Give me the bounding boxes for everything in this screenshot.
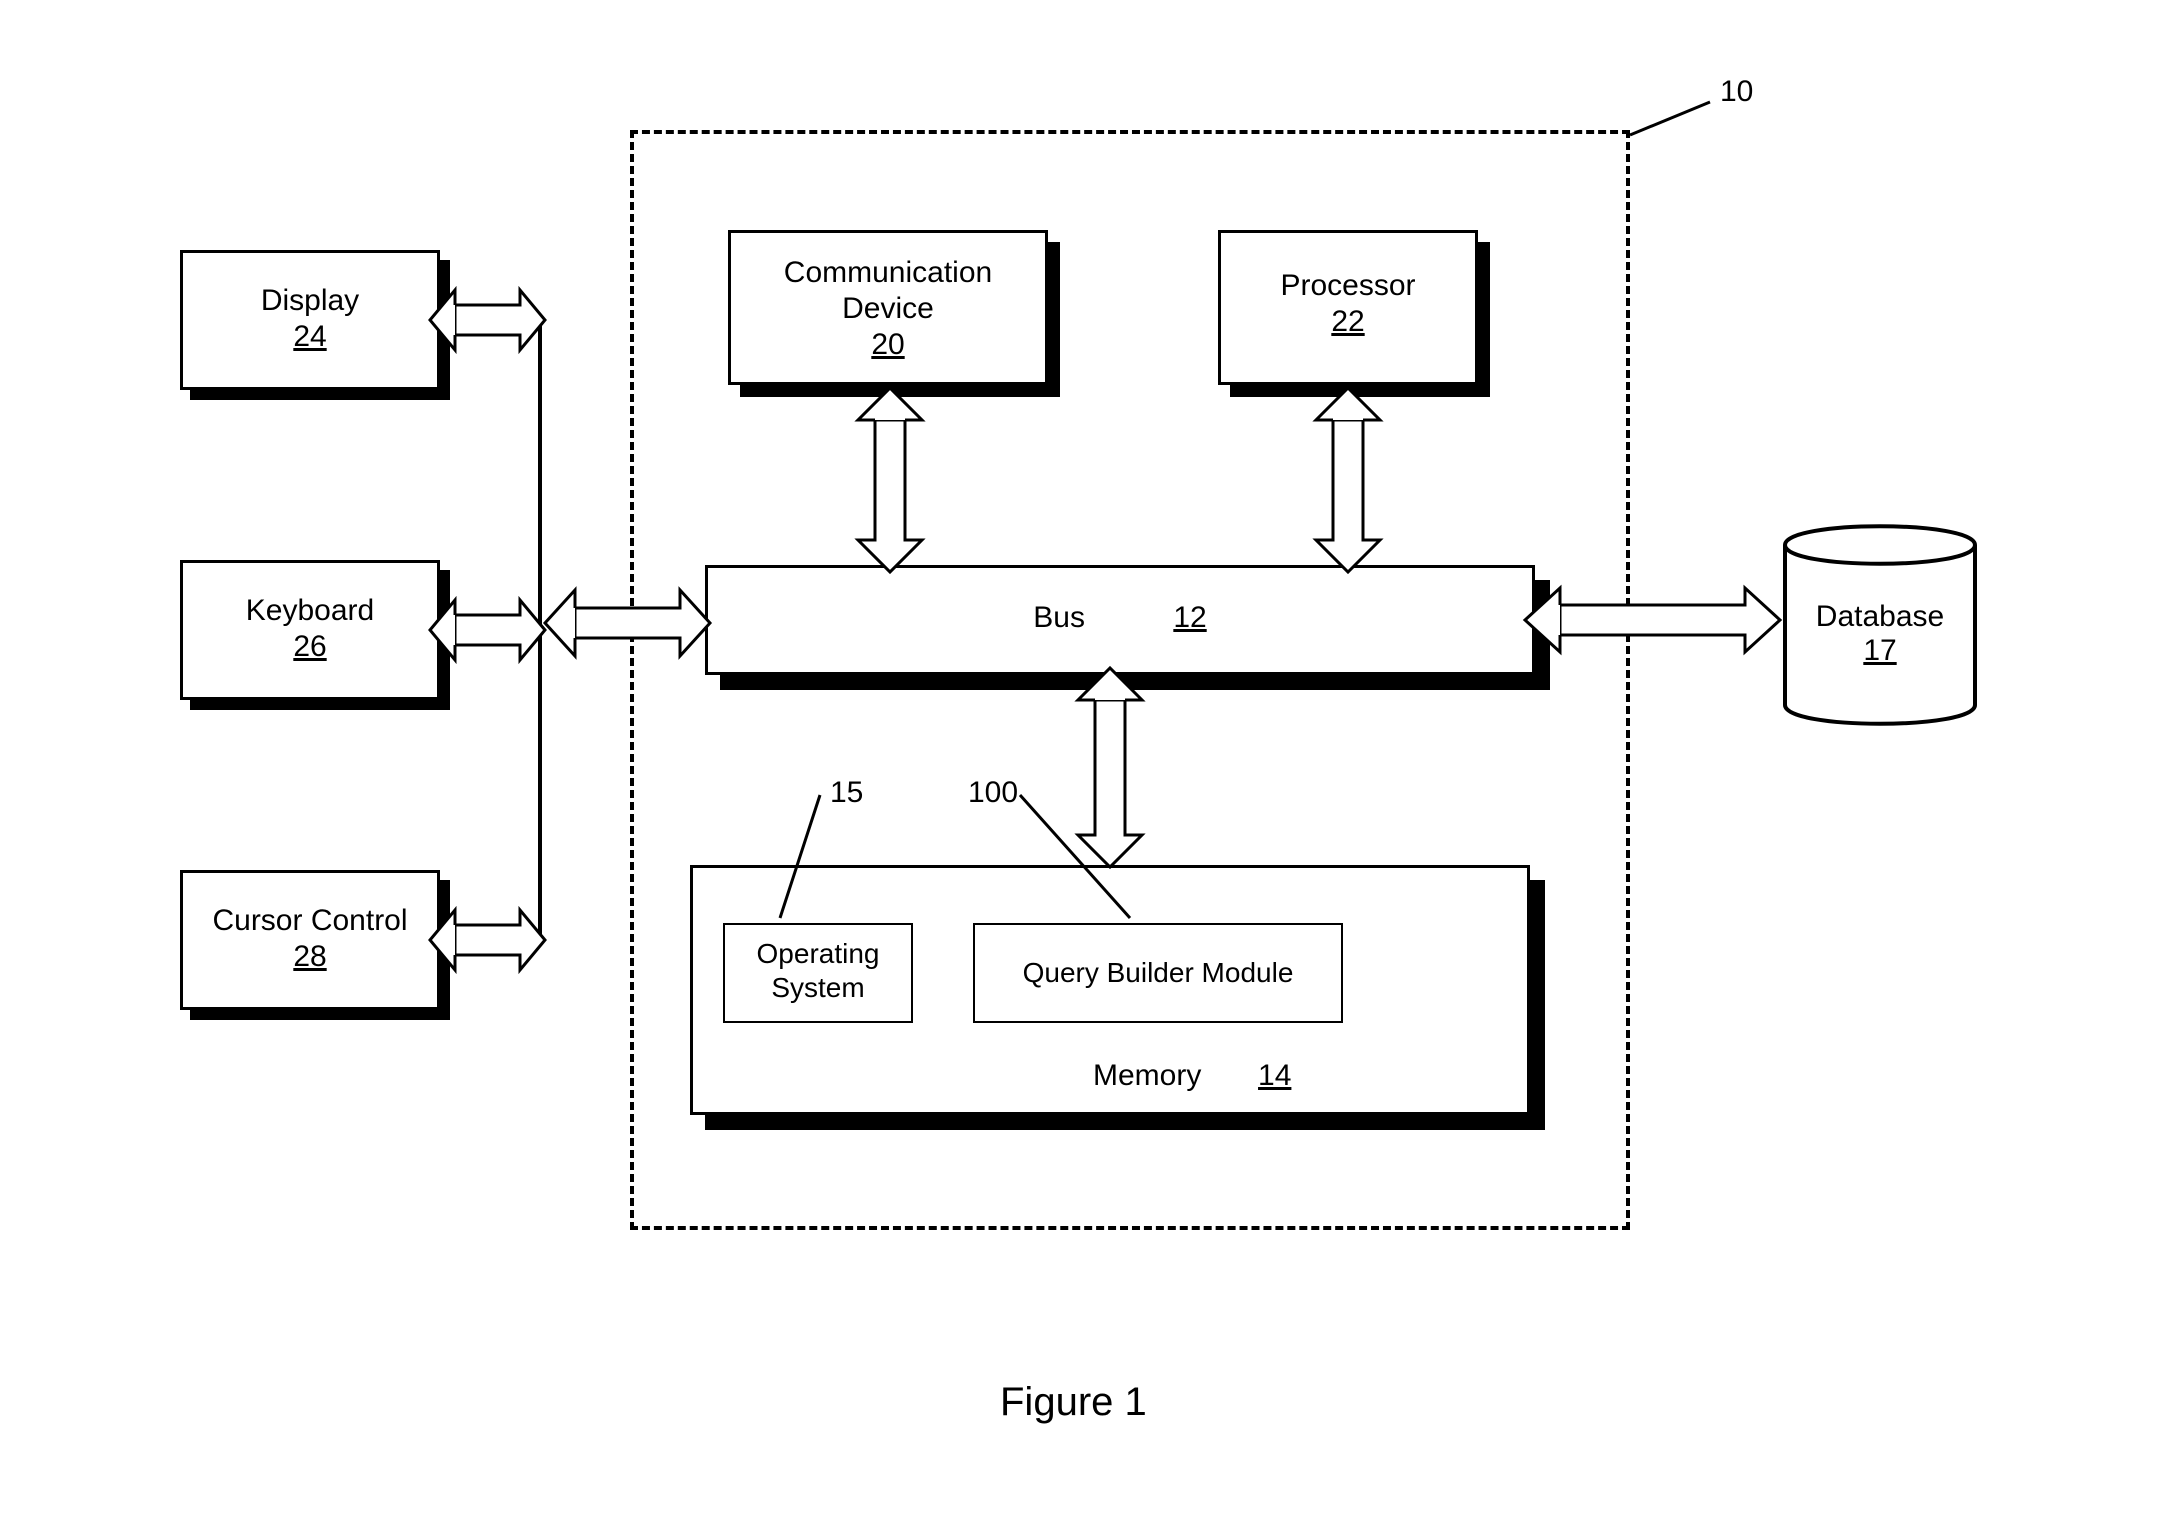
qbm-block: Query Builder Module: [973, 923, 1343, 1023]
os-l1: Operating: [725, 937, 911, 971]
keyboard-block: Keyboard 26: [180, 560, 440, 700]
processor-num: 22: [1221, 304, 1475, 340]
os-l2: System: [725, 971, 911, 1005]
processor-label: Processor: [1221, 268, 1475, 304]
cursor-block: Cursor Control 28: [180, 870, 440, 1010]
keyboard-num: 26: [183, 629, 437, 665]
bus-label: Bus: [1033, 601, 1085, 634]
keyboard-label: Keyboard: [183, 593, 437, 629]
ref-15: 15: [830, 776, 863, 810]
commdev-l2: Device: [731, 291, 1045, 327]
commdev-l1: Communication: [731, 255, 1045, 291]
database-num: 17: [1770, 634, 1990, 668]
leader-100: [1010, 790, 1150, 920]
display-num: 24: [183, 319, 437, 355]
processor-block: Processor 22: [1218, 230, 1478, 385]
database-text: Database 17: [1770, 600, 1990, 668]
ref-10: 10: [1720, 75, 1753, 109]
commdev-block: Communication Device 20: [728, 230, 1048, 385]
commdev-num: 20: [731, 327, 1045, 363]
bus-block: Bus 12: [705, 565, 1535, 675]
cursor-label: Cursor Control: [183, 903, 437, 939]
display-label: Display: [183, 283, 437, 319]
database-label: Database: [1770, 600, 1990, 634]
memory-num: 14: [1258, 1059, 1291, 1092]
bus-num: 12: [1173, 601, 1206, 634]
ref-100: 100: [968, 776, 1018, 810]
diagram-canvas: 10 Display 24 Keyboard 26 Cursor Control…: [0, 0, 2174, 1523]
memory-label-row: Memory 14: [1093, 1058, 1291, 1094]
figure-caption: Figure 1: [1000, 1380, 1147, 1425]
memory-label: Memory: [1093, 1059, 1201, 1092]
qbm-label: Query Builder Module: [1023, 957, 1294, 988]
os-block: Operating System: [723, 923, 913, 1023]
display-block: Display 24: [180, 250, 440, 390]
cursor-num: 28: [183, 939, 437, 975]
